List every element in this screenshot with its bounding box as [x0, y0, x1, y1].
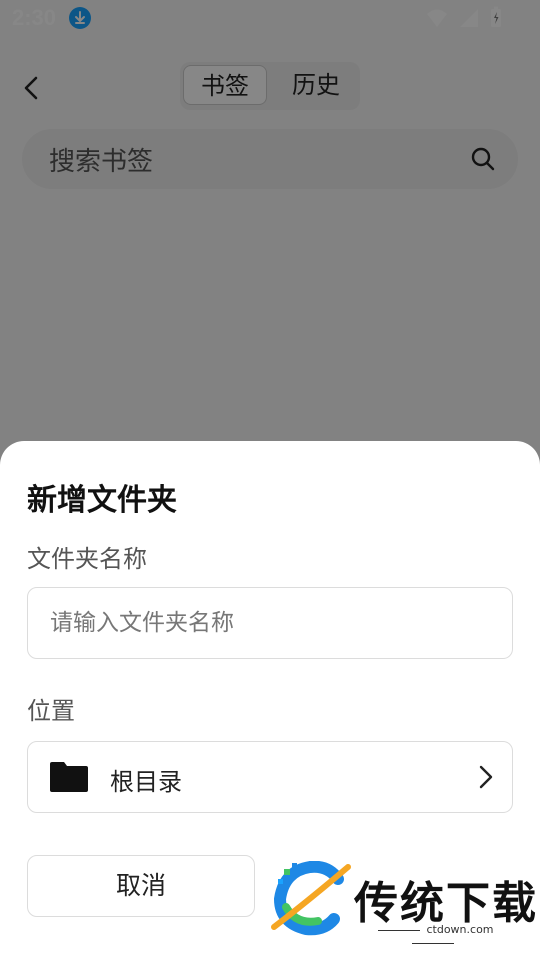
location-value: 根目录	[110, 768, 182, 796]
folder-name-label: 文件夹名称	[27, 545, 147, 573]
location-label: 位置	[27, 697, 75, 725]
cancel-button[interactable]: 取消	[27, 855, 255, 917]
watermark-brand: 传统下载	[354, 878, 538, 929]
location-selector[interactable]: 根目录	[27, 741, 513, 813]
new-folder-dialog: 新增文件夹 文件夹名称 位置 根目录 取消 传统下载 ctdown.com	[0, 441, 540, 960]
watermark-site: ctdown.com	[354, 923, 512, 949]
folder-icon	[50, 762, 88, 792]
dialog-title: 新增文件夹	[27, 483, 177, 518]
watermark: 传统下载 ctdown.com	[262, 841, 540, 960]
ctdown-logo-icon	[271, 861, 351, 936]
folder-name-input[interactable]	[27, 587, 513, 659]
chevron-right-icon	[479, 765, 493, 789]
